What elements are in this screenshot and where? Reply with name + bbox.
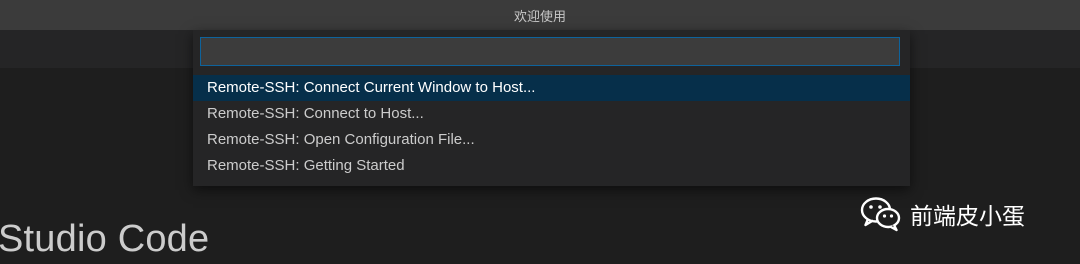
command-palette-list: Remote-SSH: Connect Current Window to Ho… — [193, 75, 910, 179]
command-item-connect-to-host[interactable]: Remote-SSH: Connect to Host... — [193, 101, 910, 127]
command-item-getting-started[interactable]: Remote-SSH: Getting Started — [193, 153, 910, 179]
title-bar: 欢迎使用 — [0, 0, 1080, 30]
wechat-icon — [860, 197, 901, 232]
command-item-open-config-file[interactable]: Remote-SSH: Open Configuration File... — [193, 127, 910, 153]
watermark-text: 前端皮小蛋 — [910, 204, 1025, 230]
command-item-connect-current-window[interactable]: Remote-SSH: Connect Current Window to Ho… — [193, 75, 910, 101]
command-palette-input[interactable] — [200, 37, 900, 66]
window-title: 欢迎使用 — [513, 9, 566, 25]
watermark: 前端皮小蛋 — [860, 196, 1025, 232]
welcome-heading: Studio Code — [0, 218, 210, 260]
command-palette: Remote-SSH: Connect Current Window to Ho… — [193, 30, 910, 186]
vscode-window: 欢迎使用 Studio Code Remote-SSH: Connect Cur… — [0, 0, 1080, 264]
